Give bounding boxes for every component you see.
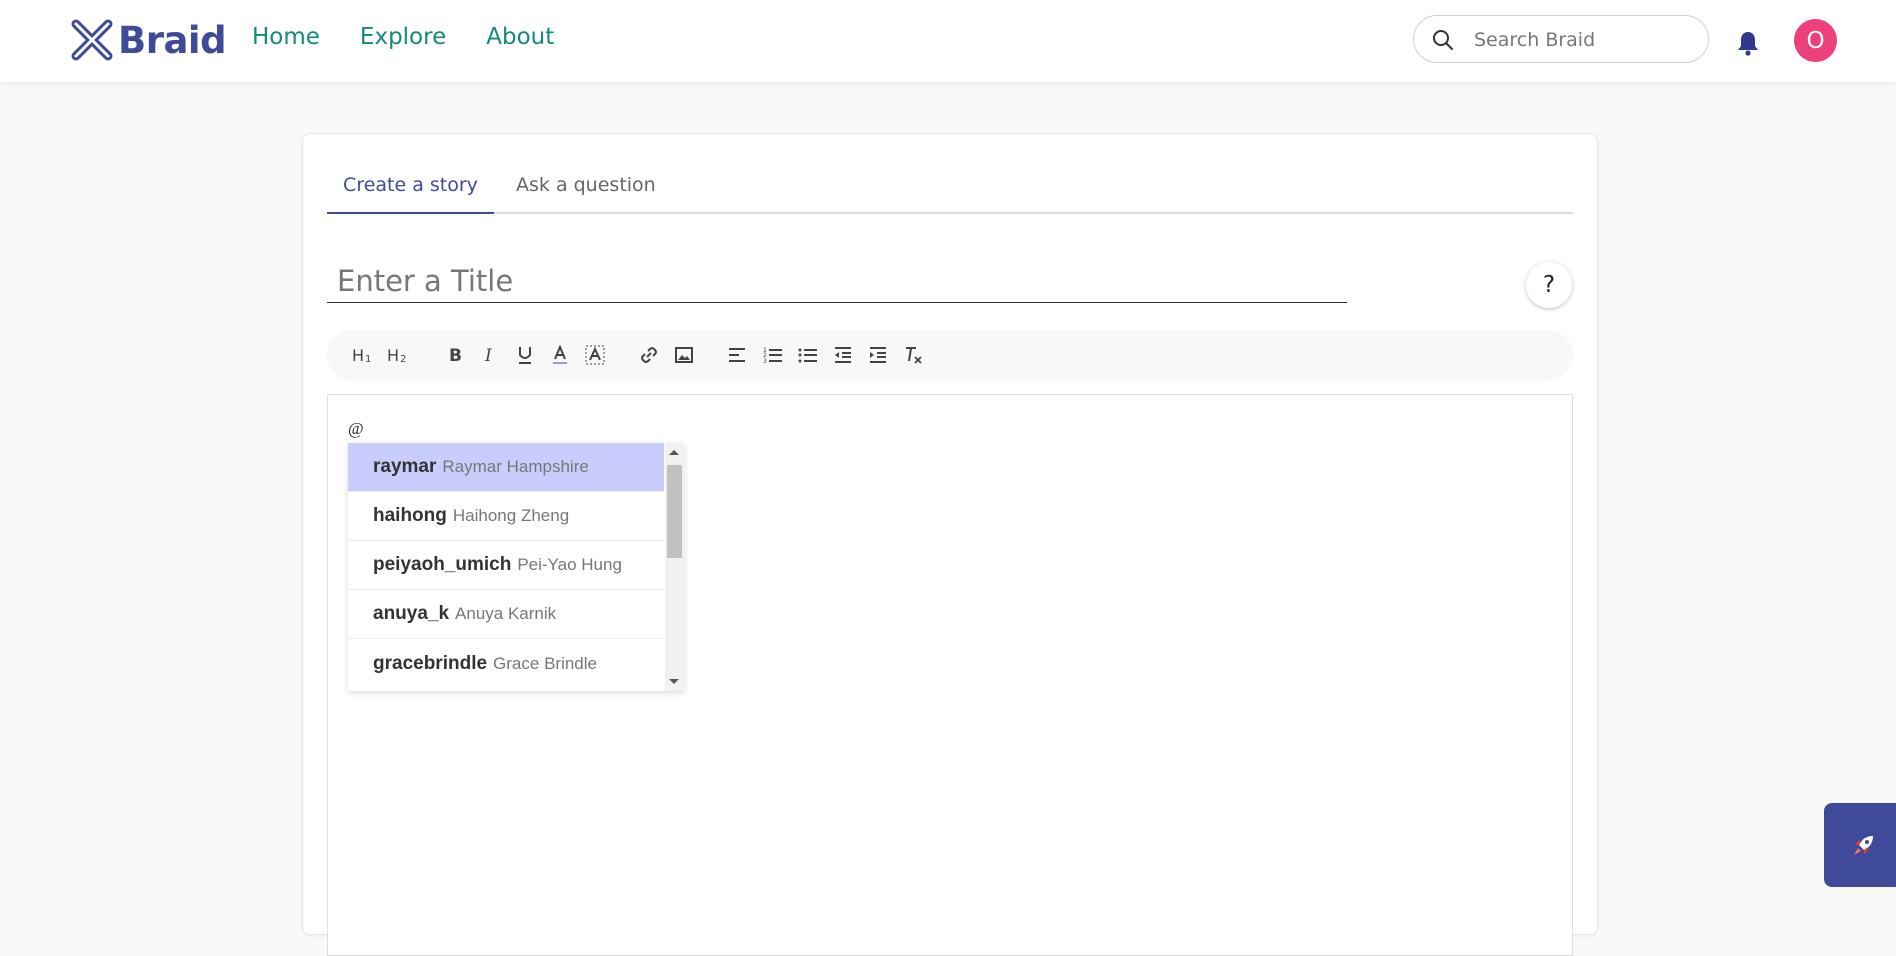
indent-icon[interactable]	[866, 343, 890, 367]
top-navigation-bar: Braid Home Explore About O	[0, 0, 1896, 82]
svg-text:I: I	[484, 346, 492, 364]
braid-logo-icon	[71, 19, 113, 61]
story-editor[interactable]: @ raymar Raymar Hampshire haihong Haihon…	[327, 394, 1573, 956]
brand-name: Braid	[118, 18, 227, 62]
mention-scrollbar[interactable]	[665, 443, 684, 691]
main-nav: Home Explore About	[252, 24, 554, 50]
search-icon	[1433, 30, 1453, 50]
mention-fullname: Grace Brindle	[493, 653, 597, 673]
tab-ask-question[interactable]: Ask a question	[516, 174, 656, 212]
mention-fullname: Haihong Zheng	[452, 506, 570, 525]
nav-about-link[interactable]: About	[486, 24, 554, 50]
mention-item[interactable]: raymar Raymar Hampshire	[348, 443, 664, 492]
italic-icon[interactable]: I	[478, 343, 502, 367]
svg-text:1: 1	[365, 354, 371, 364]
mention-username: anuya_k	[373, 603, 450, 624]
create-post-card: Create a story Ask a question ? H1 H2 B …	[302, 133, 1598, 956]
svg-text:H: H	[387, 346, 399, 364]
post-type-tabs: Create a story Ask a question	[327, 174, 1573, 214]
scroll-down-arrow-icon[interactable]	[669, 679, 679, 684]
mention-username: peiyaoh_umich	[373, 554, 512, 575]
mention-fullname: Pei-Yao Hung	[517, 555, 622, 574]
nav-home-link[interactable]: Home	[252, 24, 320, 50]
outdent-icon[interactable]	[831, 343, 855, 367]
mention-username: raymar	[373, 456, 437, 477]
clear-format-icon[interactable]	[901, 343, 925, 367]
ordered-list-icon[interactable]: 123	[761, 343, 785, 367]
image-icon[interactable]	[672, 343, 696, 367]
mention-item[interactable]: anuya_k Anuya Karnik	[348, 590, 664, 639]
tab-create-story[interactable]: Create a story	[327, 174, 494, 214]
svg-text:H: H	[352, 346, 364, 364]
svg-text:3: 3	[763, 358, 767, 364]
mention-item[interactable]: peiyaoh_umich Pei-Yao Hung	[348, 541, 664, 590]
svg-text:2: 2	[400, 354, 406, 364]
rocket-button[interactable]	[1824, 803, 1896, 887]
mention-fullname: Raymar Hampshire	[442, 457, 589, 476]
notification-bell-icon[interactable]	[1736, 30, 1760, 56]
rocket-icon	[1854, 836, 1873, 855]
scroll-up-arrow-icon[interactable]	[669, 450, 679, 455]
mention-dropdown: raymar Raymar Hampshire haihong Haihong …	[348, 443, 684, 691]
mention-fullname: Anuya Karnik	[455, 604, 557, 623]
mention-username: gracebrindle	[373, 652, 488, 674]
bold-icon[interactable]: B	[443, 343, 467, 367]
mention-username: haihong	[373, 505, 447, 526]
heading-1-icon[interactable]: H1	[351, 343, 375, 367]
heading-2-icon[interactable]: H2	[386, 343, 410, 367]
align-left-icon[interactable]	[725, 343, 749, 367]
scrollbar-thumb[interactable]	[667, 465, 682, 558]
svg-text:B: B	[449, 346, 462, 364]
user-avatar[interactable]: O	[1794, 19, 1837, 62]
search-input[interactable]	[1472, 24, 1696, 56]
mention-item[interactable]: gracebrindle Grace Brindle	[348, 639, 664, 688]
text-color-icon[interactable]	[548, 343, 572, 367]
editor-toolbar: H1 H2 B I 123	[327, 330, 1573, 380]
mention-item[interactable]: haihong Haihong Zheng	[348, 492, 664, 541]
highlight-icon[interactable]	[583, 343, 607, 367]
underline-icon[interactable]	[513, 343, 537, 367]
help-button[interactable]: ?	[1526, 262, 1572, 308]
nav-explore-link[interactable]: Explore	[360, 24, 446, 50]
title-input[interactable]	[327, 260, 1347, 303]
bullet-list-icon[interactable]	[796, 343, 820, 367]
search-box	[1413, 15, 1709, 63]
link-icon[interactable]	[637, 343, 661, 367]
editor-text: @	[348, 419, 364, 438]
braid-logo[interactable]: Braid	[70, 18, 227, 62]
